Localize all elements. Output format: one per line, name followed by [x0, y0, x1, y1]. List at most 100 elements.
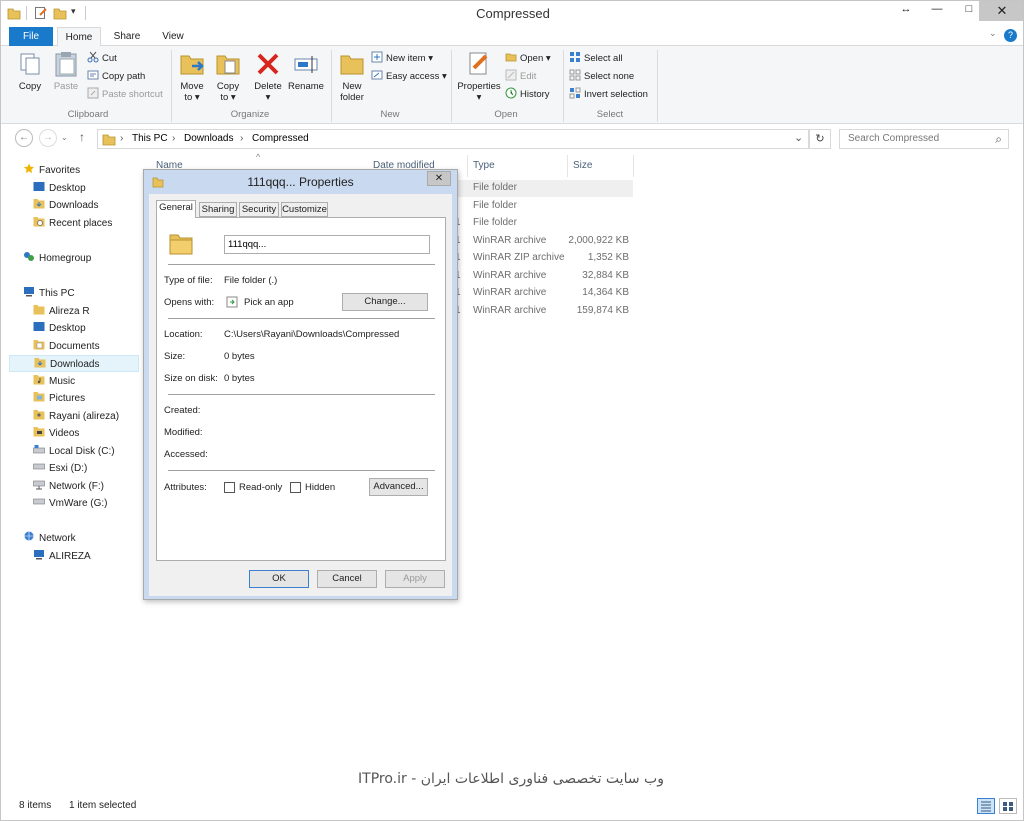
breadcrumb-downloads[interactable]: Downloads — [184, 133, 233, 144]
rename-button[interactable]: Rename — [287, 50, 325, 92]
group-separator — [451, 50, 452, 122]
nav-vmware-g[interactable]: VmWare (G:) — [33, 495, 108, 512]
cancel-button[interactable]: Cancel — [317, 570, 377, 588]
breadcrumb[interactable]: › This PC › Downloads › Compressed ⌄ — [97, 129, 809, 149]
nav-pictures-label: Pictures — [49, 393, 86, 404]
nav-alireza-r[interactable]: Alireza R — [33, 303, 90, 320]
tab-security[interactable]: Security — [239, 202, 279, 217]
select-none-button[interactable]: Select none — [569, 69, 634, 85]
help-icon[interactable]: ? — [1004, 29, 1017, 42]
new-folder-label: New — [342, 81, 362, 92]
nav-recent-places[interactable]: Recent places — [33, 215, 112, 232]
move-to-label: Move — [180, 81, 204, 92]
nav-alireza-pc[interactable]: ALIREZA — [33, 548, 91, 565]
up-button[interactable]: ↑ — [79, 130, 85, 144]
nav-music[interactable]: Music — [33, 373, 75, 390]
tab-general[interactable]: General — [156, 200, 196, 218]
recent-locations-icon[interactable]: ⌄ — [61, 133, 68, 142]
drive-icon — [33, 445, 45, 454]
delete-button[interactable]: Delete ▾ — [251, 50, 285, 103]
tab-file[interactable]: File — [9, 27, 53, 46]
copy-to-button[interactable]: Copy to ▾ — [211, 50, 245, 103]
nav-rayani-label: Rayani (alireza) — [49, 411, 120, 422]
breadcrumb-compressed[interactable]: Compressed — [252, 133, 309, 144]
file-type: WinRAR archive — [473, 235, 547, 246]
new-item-button[interactable]: New item ▾ — [371, 51, 433, 67]
invert-selection-button[interactable]: Invert selection — [569, 87, 648, 103]
select-all-button[interactable]: Select all — [569, 51, 623, 67]
nav-documents-label: Documents — [49, 341, 100, 352]
close-button[interactable]: ✕ — [979, 1, 1023, 21]
back-button[interactable]: ← — [15, 129, 33, 147]
read-only-checkbox[interactable] — [224, 482, 235, 493]
nav-downloads-2[interactable]: Downloads — [9, 355, 139, 372]
ribbon-expand-icon[interactable]: ⌄ — [989, 28, 997, 39]
nav-alireza-pc-label: ALIREZA — [49, 551, 91, 562]
hidden-checkbox[interactable] — [290, 482, 301, 493]
change-button[interactable]: Change... — [342, 293, 428, 311]
history-button[interactable]: History — [505, 87, 550, 103]
advanced-button[interactable]: Advanced... — [369, 478, 428, 496]
new-folder-button[interactable]: New folder — [335, 50, 369, 103]
desktop-icon — [33, 182, 45, 191]
nav-videos[interactable]: Videos — [33, 425, 79, 442]
move-to-button[interactable]: Move to ▾ — [175, 50, 209, 103]
easy-access-button[interactable]: Easy access ▾ — [371, 69, 447, 85]
tab-share[interactable]: Share — [105, 27, 149, 46]
address-dropdown-icon[interactable]: ⌄ — [794, 131, 803, 144]
maximize-button[interactable]: □ — [957, 3, 981, 19]
ok-button[interactable]: OK — [249, 570, 309, 588]
tab-view[interactable]: View — [151, 27, 195, 46]
column-type[interactable]: Type — [473, 160, 495, 171]
nav-music-label: Music — [49, 376, 76, 387]
nav-desktop[interactable]: Desktop — [33, 180, 86, 197]
search-icon[interactable]: ⌕ — [995, 130, 1002, 148]
cut-button[interactable]: Cut — [87, 51, 117, 67]
desktop-icon — [33, 322, 45, 331]
copy-path-button[interactable]: Copy path — [87, 69, 145, 85]
nav-favorites[interactable]: Favorites — [23, 162, 80, 179]
nav-network[interactable]: Network — [23, 530, 76, 547]
properties-dialog: 111qqq... Properties ✕ General Sharing S… — [143, 169, 458, 600]
paste-shortcut-button[interactable]: Paste shortcut — [87, 87, 163, 103]
select-all-icon — [570, 52, 580, 62]
tab-customize[interactable]: Customize — [281, 202, 328, 217]
file-type: WinRAR ZIP archive — [473, 252, 565, 263]
large-icons-view-button[interactable] — [999, 798, 1017, 814]
nav-network-f[interactable]: Network (F:) — [33, 478, 104, 495]
resize-icon[interactable]: ↔ — [894, 3, 918, 19]
minimize-button[interactable]: — — [925, 3, 949, 19]
nav-documents[interactable]: Documents — [33, 338, 100, 355]
refresh-button[interactable]: ↻ — [809, 129, 831, 149]
properties-button[interactable]: Properties ▾ — [455, 50, 503, 103]
paste-button[interactable]: Paste — [49, 50, 83, 92]
pictures-icon — [33, 392, 45, 402]
tab-home[interactable]: Home — [57, 27, 101, 47]
open-button[interactable]: Open ▾ — [505, 51, 551, 67]
nav-rayani[interactable]: Rayani (alireza) — [33, 408, 119, 425]
nav-downloads[interactable]: Downloads — [33, 197, 98, 214]
column-divider[interactable] — [467, 155, 468, 177]
dialog-close-button[interactable]: ✕ — [427, 171, 451, 186]
documents-icon — [33, 340, 45, 350]
column-size[interactable]: Size — [573, 160, 592, 171]
column-divider[interactable] — [567, 155, 568, 177]
edit-button[interactable]: Edit — [505, 69, 536, 85]
details-view-button[interactable] — [977, 798, 995, 814]
search-input[interactable]: Search Compressed ⌕ — [839, 129, 1009, 149]
nav-desktop-2[interactable]: Desktop — [33, 320, 86, 337]
history-label: History — [520, 89, 550, 100]
nav-local-disk-c[interactable]: Local Disk (C:) — [33, 443, 115, 460]
column-divider[interactable] — [633, 155, 634, 177]
apply-button[interactable]: Apply — [385, 570, 445, 588]
nav-homegroup[interactable]: Homegroup — [23, 250, 91, 267]
forward-button[interactable]: → — [39, 129, 57, 147]
nav-pictures[interactable]: Pictures — [33, 390, 85, 407]
copy-button[interactable]: Copy — [13, 50, 47, 92]
nav-this-pc[interactable]: This PC — [23, 285, 75, 302]
select-all-label: Select all — [584, 53, 623, 64]
breadcrumb-this-pc[interactable]: This PC — [132, 133, 168, 144]
tab-sharing[interactable]: Sharing — [199, 202, 237, 217]
nav-esxi-d[interactable]: Esxi (D:) — [33, 460, 87, 477]
folder-name-input[interactable]: 111qqq... — [224, 235, 430, 254]
